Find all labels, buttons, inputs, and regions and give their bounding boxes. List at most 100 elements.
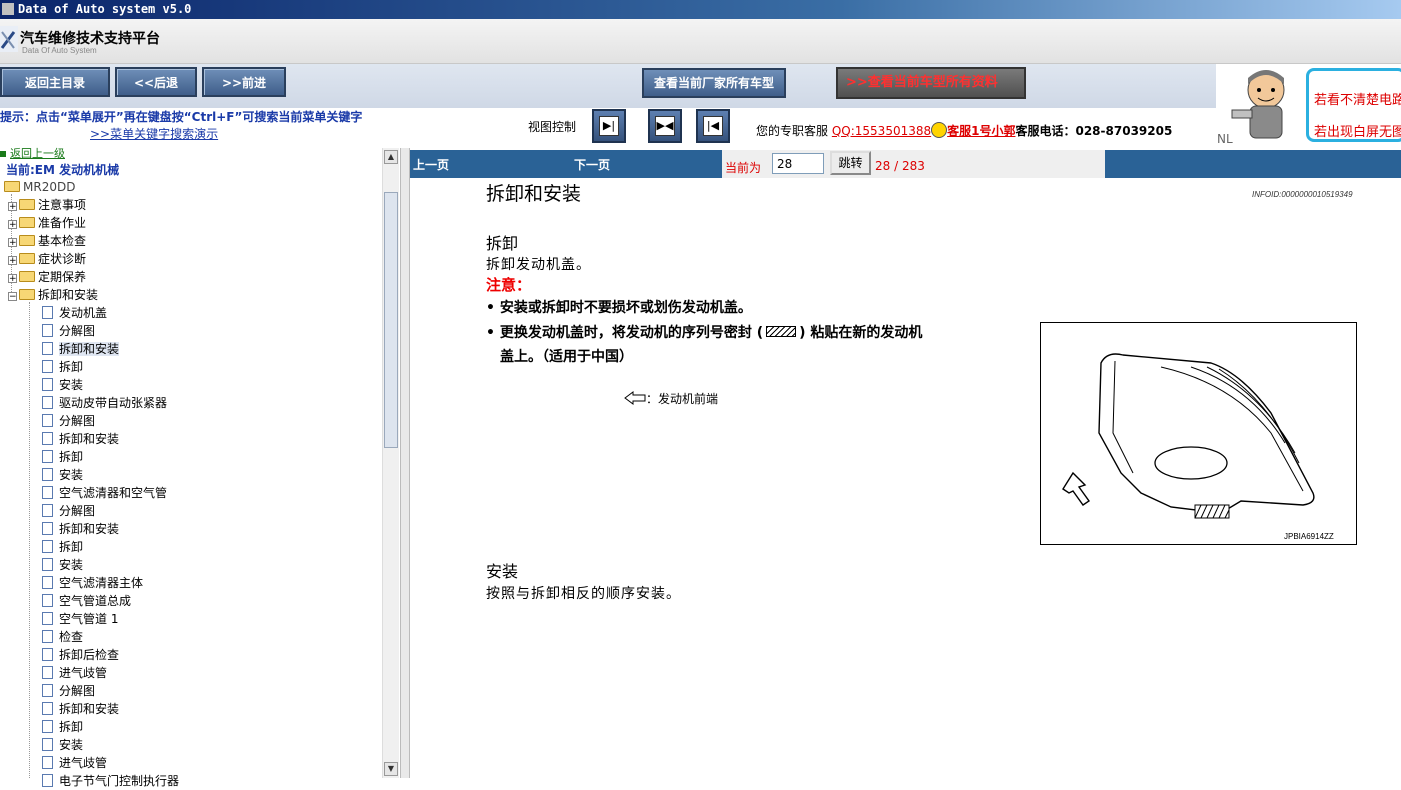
tree-folder[interactable]: + 症状诊断 [8, 250, 86, 268]
document-icon [42, 360, 53, 373]
tree-root[interactable]: MR20DD [4, 178, 75, 196]
tree-leaf[interactable]: 拆卸和安装 [42, 700, 119, 718]
expand-toggle-icon[interactable]: + [8, 274, 17, 284]
expand-toggle-icon[interactable]: + [8, 202, 17, 212]
caution-bullet-2: • 更换发动机盖时，将发动机的序列号密封 () 粘贴在新的发动机 [486, 325, 923, 341]
view-control-label: 视图控制 [528, 120, 577, 134]
tree-leaf[interactable]: 电子节气门控制执行器 [42, 772, 179, 790]
service-prefix: 您的专职客服 [756, 124, 829, 138]
tree-leaf-label: 进气歧管 [59, 666, 108, 680]
tree-folder[interactable]: + 定期保养 [8, 268, 86, 286]
document-icon [42, 306, 53, 319]
forward-button[interactable]: >>前进 [202, 67, 286, 97]
all-data-button[interactable]: >>查看当前车型所有资料 [836, 67, 1026, 99]
search-tip: 提示：点击“菜单展开”再在键盘按“Ctrl+F”可搜索当前菜单关键字 [0, 110, 363, 124]
scroll-thumb[interactable] [384, 192, 398, 448]
prev-page-link[interactable]: 上一页 [413, 156, 449, 173]
back-button[interactable]: <<后退 [115, 67, 197, 97]
tree-leaf[interactable]: 安装 [42, 466, 83, 484]
document-icon [42, 396, 53, 409]
promo-line-1: 若看不清楚电路 [1314, 93, 1401, 108]
tree-folder[interactable]: + 注意事项 [8, 196, 86, 214]
front-note: ：发动机前端 [624, 390, 718, 407]
tree-leaf[interactable]: 拆卸和安装 [42, 430, 119, 448]
double-chevron-icon: >> [846, 75, 868, 90]
remove-text: 拆卸发动机盖。 [486, 257, 591, 273]
tree-leaf[interactable]: 空气管道 1 [42, 610, 118, 628]
pane-splitter[interactable] [400, 148, 410, 778]
scroll-down-icon[interactable]: ▼ [384, 762, 398, 776]
document-icon [42, 612, 53, 625]
tree-leaf-label: 拆卸 [59, 540, 84, 554]
tree-leaf-label: 拆卸 [59, 360, 84, 374]
tree-leaf[interactable]: 拆卸 [42, 448, 83, 466]
tree-folder[interactable]: + 准备作业 [8, 214, 86, 232]
scroll-up-icon[interactable]: ▲ [384, 150, 398, 164]
document-icon [42, 540, 53, 553]
folder-icon [19, 289, 35, 300]
view-right-button[interactable]: ▶| [592, 109, 626, 143]
tree-folder[interactable]: − 拆卸和安装 [8, 286, 98, 304]
expand-toggle-icon[interactable]: + [8, 220, 17, 230]
expand-toggle-icon[interactable]: + [8, 238, 17, 248]
next-page-link[interactable]: 下一页 [574, 156, 610, 173]
serial-seal-hatch-icon [766, 326, 797, 337]
tree-leaf[interactable]: 分解图 [42, 682, 95, 700]
document-icon [42, 378, 53, 391]
view-split-button[interactable]: ▶◀ [648, 109, 682, 143]
expand-toggle-icon[interactable]: + [8, 256, 17, 266]
tree-leaf[interactable]: 空气滤清器主体 [42, 574, 143, 592]
tree-leaf[interactable]: 拆卸和安装 [42, 520, 119, 538]
tree-leaf[interactable]: 安装 [42, 376, 83, 394]
tree-leaf-label: 安装 [59, 378, 84, 392]
document-title: 拆卸和安装 [486, 183, 582, 205]
window-title: Data of Auto system v5.0 [18, 2, 192, 16]
tree-leaf[interactable]: 拆卸 [42, 538, 83, 556]
tree-leaf-label: 电子节气门控制执行器 [59, 774, 180, 788]
tree-leaf[interactable]: 分解图 [42, 502, 95, 520]
tree-folder-label: 症状诊断 [38, 252, 87, 266]
search-demo-link[interactable]: >>菜单关键字搜索演示 [90, 125, 218, 142]
current-page-label: 当前为 [725, 161, 762, 175]
tree-leaf[interactable]: 进气歧管 [42, 664, 107, 682]
wrench-logo-icon [0, 26, 18, 52]
home-button[interactable]: 返回主目录 [0, 67, 110, 97]
tree-folder[interactable]: + 基本检查 [8, 232, 86, 250]
folder-icon [19, 199, 35, 210]
all-models-button[interactable]: 查看当前厂家所有车型 [642, 68, 786, 98]
tree-leaf-label: 空气管道 1 [59, 612, 119, 626]
tree-leaf-label: 检查 [59, 630, 84, 644]
tree-leaf[interactable]: 安装 [42, 736, 83, 754]
view-left-button[interactable]: |◀ [696, 109, 730, 143]
app-icon [2, 3, 14, 15]
back-level-label: 返回上一级 [10, 147, 65, 160]
tree-leaf[interactable]: 分解图 [42, 322, 95, 340]
tree-leaf[interactable]: 空气管道总成 [42, 592, 131, 610]
tree-leaf[interactable]: 空气滤清器和空气管 [42, 484, 167, 502]
expand-toggle-icon[interactable]: − [8, 292, 17, 302]
tree-leaf-label: 分解图 [59, 414, 96, 428]
qq-link[interactable]: QQ:1553501388 [832, 124, 931, 138]
tree-leaf[interactable]: 拆卸后检查 [42, 646, 119, 664]
page-number-input[interactable] [772, 153, 824, 174]
tree-folder-label: 拆卸和安装 [38, 288, 99, 302]
document-icon [42, 414, 53, 427]
document-icon [42, 450, 53, 463]
tree-leaf[interactable]: 进气歧管 [42, 754, 107, 772]
sidebar-scrollbar[interactable]: ▲ ▼ [382, 148, 399, 778]
tree-leaf[interactable]: 分解图 [42, 412, 95, 430]
document-icon [42, 756, 53, 769]
agent-link[interactable]: 客服1号小郭 [947, 124, 1015, 138]
tree-leaf[interactable]: 检查 [42, 628, 83, 646]
bullet-1-text: 安装或拆卸时不要损坏或划伤发动机盖。 [499, 300, 752, 316]
document-icon [42, 558, 53, 571]
tree-leaf[interactable]: 安装 [42, 556, 83, 574]
tree-leaf[interactable]: 拆卸和安装 [42, 340, 120, 358]
tree-leaf[interactable]: 驱动皮带自动张紧器 [42, 394, 167, 412]
tree-leaf[interactable]: 拆卸 [42, 718, 83, 736]
back-level-link[interactable]: 返回上一级 [0, 145, 65, 161]
tree-root-label: MR20DD [23, 180, 76, 194]
jump-button[interactable]: 跳转 [830, 151, 871, 175]
tree-leaf[interactable]: 拆卸 [42, 358, 83, 376]
tree-leaf[interactable]: 发动机盖 [42, 304, 107, 322]
